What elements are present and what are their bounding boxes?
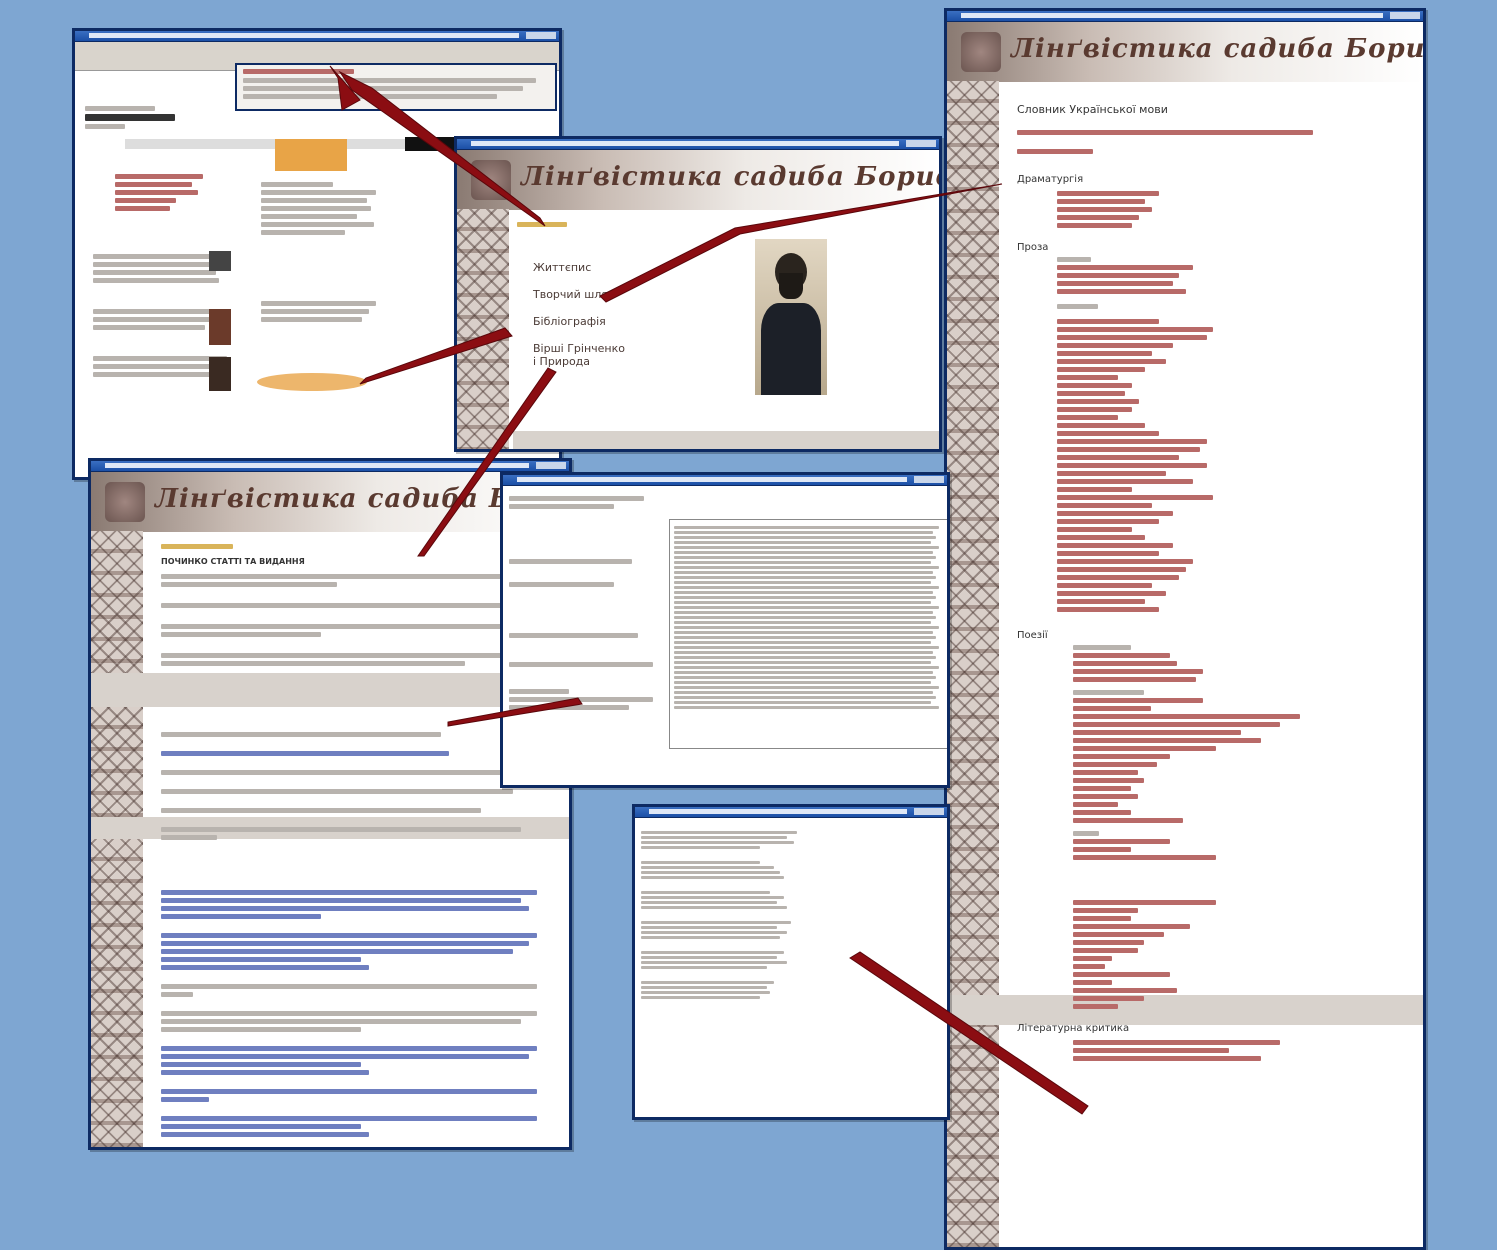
library-thumb-2 [209,309,231,345]
articles-titlebar [91,461,569,472]
library-popup [235,63,557,111]
library-logo [85,103,185,133]
bibliography-content: Словник Української мови Драматургія Про… [1017,103,1397,1064]
main-ornament [457,209,509,449]
section-criticism: Літературна критика [1017,1023,1130,1034]
articles-ornament [91,531,143,1147]
text-titlebar [503,475,947,486]
main-footer [513,431,939,449]
menu-nature[interactable]: і Природа [533,355,625,368]
bibliography-titlebar [947,11,1423,22]
menu-biography[interactable]: Життєпис [533,261,625,274]
main-breadcrumb [517,219,567,230]
articles-banner: Лінґвістика садиба Бориса Грінченка [91,472,569,532]
articles-logo [105,482,145,522]
bibliography-banner: Лінґвістика садиба Бориса Грінченка [947,22,1423,82]
poem-window [632,804,950,1120]
text-block [669,519,947,749]
menu-bibliography[interactable]: Бібліографія [533,315,625,328]
library-titlebar [75,31,559,42]
main-titlebar [457,139,939,150]
main-banner: Лінґвістика садиба Бориса Грінченка [457,150,939,210]
ornament-sidebar [947,81,999,1247]
menu-verses[interactable]: Вірші Грінченко [533,342,625,355]
library-thumb-3 [209,357,231,391]
bibliography-window: Лінґвістика садиба Бориса Грінченка Слов… [944,8,1426,1250]
poem-titlebar [635,807,947,818]
library-dropdown [275,139,347,171]
text-left-column [509,493,659,713]
library-left-links [115,171,225,214]
main-menu: Життєпис Творчий шлях Бібліографія Вірші… [533,261,625,382]
main-window: Лінґвістика садиба Бориса Грінченка Житт… [454,136,942,452]
text-window [500,472,950,788]
section-prose: Проза [1017,242,1049,253]
section-drama: Драматургія [1017,174,1084,185]
section-poetry: Поезії [1017,630,1048,641]
site-logo [961,32,1001,72]
site-title: Лінґвістика садиба Бориса Грінченка [1011,34,1426,64]
main-site-title: Лінґвістика садиба Бориса Грінченка [521,162,939,192]
menu-creative-path[interactable]: Творчий шлях [533,288,625,301]
main-logo [471,160,511,200]
library-mid-list [261,179,381,325]
poem-text [641,829,811,1001]
library-thumb-1 [209,251,231,271]
library-highlight [257,373,367,391]
dictionary-title: Словник Української мови [1017,103,1168,116]
portrait [755,239,827,395]
